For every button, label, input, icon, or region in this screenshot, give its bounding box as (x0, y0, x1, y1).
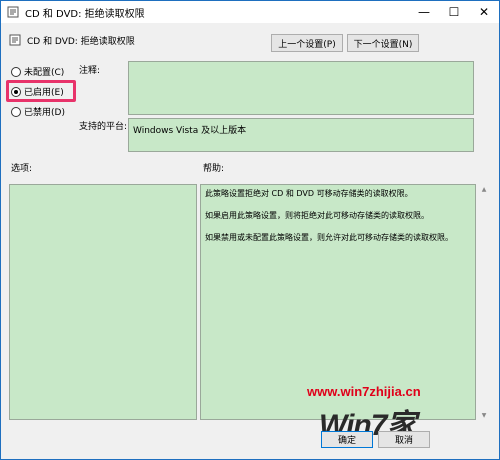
minimize-button[interactable]: — (409, 1, 439, 23)
minimize-icon: — (418, 5, 430, 19)
window-title: CD 和 DVD: 拒绝读取权限 (25, 9, 145, 20)
platform-value: Windows Vista 及以上版本 (128, 118, 474, 152)
options-panel (9, 184, 197, 420)
scroll-up-icon[interactable]: ▲ (479, 184, 489, 194)
comment-label: 注释: (79, 66, 101, 76)
radio-circle-selected (11, 86, 21, 97)
radio-circle (11, 66, 21, 77)
title-bar[interactable]: CD 和 DVD: 拒绝读取权限 — ☐ ✕ (1, 1, 499, 23)
comment-input[interactable] (128, 61, 474, 115)
radio-not-configured[interactable]: 未配置(C) (11, 65, 64, 78)
radio-label: 已启用(E) (24, 88, 64, 98)
radio-disabled[interactable]: 已禁用(D) (11, 105, 65, 118)
help-label: 帮助: (203, 164, 225, 174)
platform-label: 支持的平台: (79, 122, 128, 132)
cancel-button[interactable]: 取消 (378, 431, 430, 448)
watermark-url: www.win7zhijia.cn (307, 384, 421, 399)
options-label: 选项: (11, 164, 33, 174)
close-icon: ✕ (478, 5, 490, 19)
policy-setting-icon (9, 34, 21, 46)
help-paragraph: 如果启用此策略设置，则将拒绝对此可移动存储类的读取权限。 (205, 211, 429, 220)
maximize-button[interactable]: ☐ (439, 1, 469, 23)
help-paragraph: 如果禁用或未配置此策略设置，则允许对此可移动存储类的读取权限。 (205, 233, 453, 242)
policy-name: CD 和 DVD: 拒绝读取权限 (27, 37, 135, 47)
radio-circle (11, 106, 21, 117)
policy-icon (7, 6, 19, 18)
next-setting-button[interactable]: 下一个设置(N) (347, 34, 419, 52)
radio-label: 已禁用(D) (24, 108, 65, 118)
help-paragraph: 此策略设置拒绝对 CD 和 DVD 可移动存储类的读取权限。 (205, 189, 413, 198)
scroll-down-icon[interactable]: ▼ (479, 410, 489, 420)
radio-label: 未配置(C) (24, 68, 65, 78)
close-button[interactable]: ✕ (469, 1, 499, 23)
ok-button[interactable]: 确定 (321, 431, 373, 448)
policy-window: CD 和 DVD: 拒绝读取权限 — ☐ ✕ CD 和 DVD: 拒绝读取权限 … (0, 0, 500, 460)
maximize-icon: ☐ (448, 5, 460, 19)
previous-setting-button[interactable]: 上一个设置(P) (271, 34, 343, 52)
help-scrollbar[interactable]: ▲ ▼ (479, 184, 489, 420)
radio-enabled[interactable]: 已启用(E) (11, 85, 64, 98)
